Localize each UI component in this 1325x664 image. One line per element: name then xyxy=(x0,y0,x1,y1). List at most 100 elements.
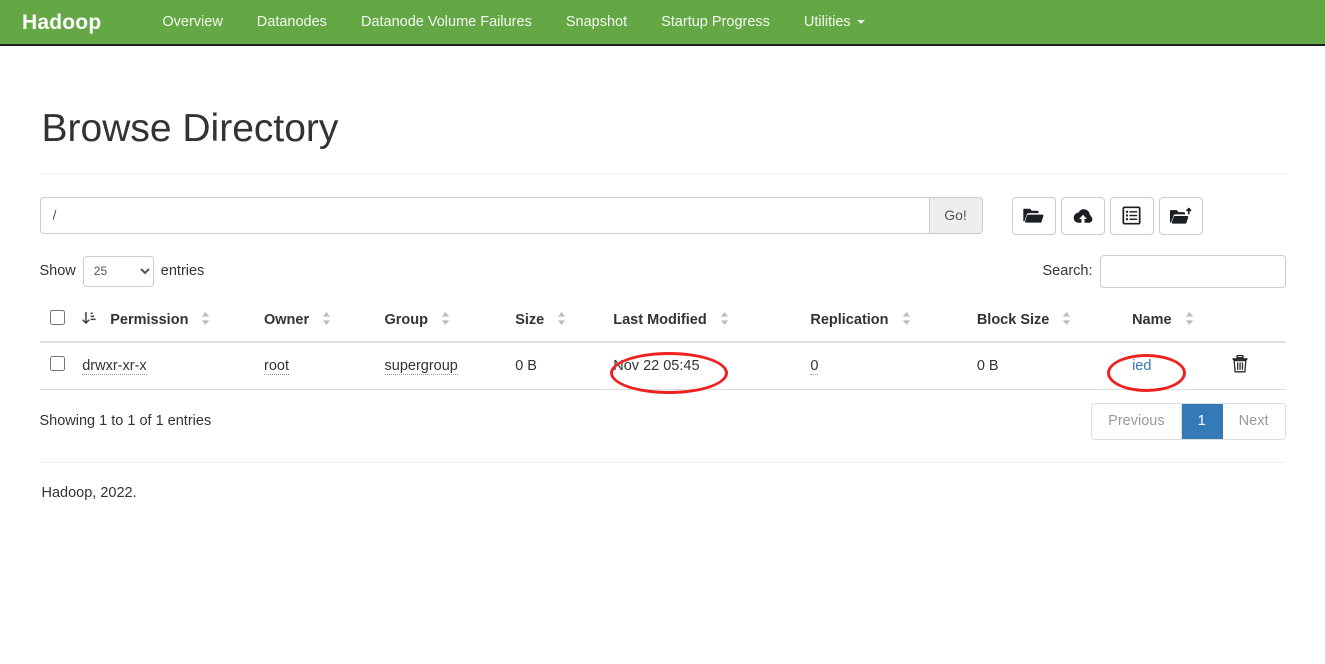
sort-both-icon-replication xyxy=(902,311,911,329)
page-title: Browse Directory xyxy=(41,107,339,150)
header-replication-label: Replication xyxy=(810,311,889,328)
header-owner-label: Owner xyxy=(264,311,310,328)
browse-file-button[interactable] xyxy=(1109,196,1154,235)
pagination: Previous 1 Next xyxy=(1091,402,1286,440)
search-input[interactable] xyxy=(1099,254,1286,288)
header-name-label: Name xyxy=(1132,311,1172,328)
create-directory-button[interactable] xyxy=(1011,196,1056,235)
name-link-ied[interactable]: ied xyxy=(1132,358,1151,374)
list-file-icon xyxy=(1122,206,1141,225)
search-control: Search: xyxy=(1042,254,1286,288)
page-length-select[interactable]: 25 50 100 xyxy=(82,255,154,287)
permission-value[interactable]: drwxr-xr-x xyxy=(82,357,147,375)
sort-both-icon-last-modified xyxy=(720,311,729,329)
nav-link-overview[interactable]: Overview xyxy=(145,15,239,30)
header-permission[interactable]: Permission xyxy=(74,304,256,343)
entries-info: Showing 1 to 1 of 1 entries xyxy=(39,413,212,430)
upload-files-button[interactable] xyxy=(1060,196,1105,235)
nav-link-overview-label: Overview xyxy=(162,13,223,30)
header-last-modified-label: Last Modified xyxy=(613,311,707,328)
directory-tool-buttons xyxy=(1011,196,1208,235)
sort-both-icon-group xyxy=(441,311,450,329)
chevron-down-icon xyxy=(856,19,865,24)
directory-table-body: drwxr-xr-x root supergroup 0 B Nov 22 05… xyxy=(39,341,1286,390)
go-button[interactable]: Go! xyxy=(928,196,983,234)
sort-both-icon-size xyxy=(557,311,566,329)
header-actions xyxy=(1224,304,1286,343)
cell-actions xyxy=(1224,341,1286,390)
nav-link-datanode-volume-failures-label: Datanode Volume Failures xyxy=(360,13,532,30)
header-select-all[interactable] xyxy=(39,304,75,343)
header-block-size[interactable]: Block Size xyxy=(968,304,1125,343)
header-name[interactable]: Name xyxy=(1124,304,1225,343)
header-owner[interactable]: Owner xyxy=(256,304,377,343)
trash-icon xyxy=(1232,354,1248,376)
pagination-previous[interactable]: Previous xyxy=(1092,403,1182,439)
directory-table: Permission Owner Group Size Last Modifie… xyxy=(39,304,1286,390)
folder-open-icon xyxy=(1023,207,1044,224)
nav-link-startup-progress[interactable]: Startup Progress xyxy=(644,15,787,30)
cell-name: ied xyxy=(1124,341,1225,390)
header-block-size-label: Block Size xyxy=(976,311,1050,328)
page-footer: Hadoop, 2022. xyxy=(41,484,137,501)
sort-both-icon-name xyxy=(1185,311,1194,329)
nav-link-snapshot-label: Snapshot xyxy=(565,13,628,30)
show-label: Show xyxy=(39,263,76,280)
replication-value[interactable]: 0 xyxy=(810,357,819,375)
delete-row-button[interactable] xyxy=(1232,354,1248,376)
sort-both-icon-owner xyxy=(322,311,331,329)
main-container: Browse Directory Go! xyxy=(18,107,1308,501)
nav-link-datanodes-label: Datanodes xyxy=(256,13,327,30)
table-row[interactable]: drwxr-xr-x root supergroup 0 B Nov 22 05… xyxy=(39,341,1286,390)
cell-permission: drwxr-xr-x xyxy=(74,341,256,390)
nav-link-utilities[interactable]: Utilities xyxy=(787,15,882,30)
select-all-checkbox[interactable] xyxy=(49,309,65,325)
nav-links: Overview Datanodes Datanode Volume Failu… xyxy=(145,15,881,30)
block-size-value: 0 B xyxy=(976,357,999,374)
page-length-control: Show 25 50 100 entries xyxy=(39,255,205,287)
cloud-upload-icon xyxy=(1072,207,1094,225)
entries-label: entries xyxy=(160,263,205,280)
pagination-page-1[interactable]: 1 xyxy=(1181,403,1223,439)
owner-value[interactable]: root xyxy=(264,357,289,375)
nav-link-datanodes[interactable]: Datanodes xyxy=(240,15,344,30)
group-value[interactable]: supergroup xyxy=(384,357,458,375)
nav-link-startup-progress-label: Startup Progress xyxy=(661,13,770,30)
directory-table-head: Permission Owner Group Size Last Modifie… xyxy=(39,304,1286,343)
search-label: Search: xyxy=(1042,263,1093,280)
cell-group: supergroup xyxy=(376,341,508,390)
cell-size: 0 B xyxy=(507,341,606,390)
header-permission-label: Permission xyxy=(110,311,189,328)
top-navbar: Hadoop Overview Datanodes Datanode Volum… xyxy=(0,0,1325,46)
brand-hadoop[interactable]: Hadoop xyxy=(22,12,101,33)
header-last-modified[interactable]: Last Modified xyxy=(605,304,803,343)
row-select-cell[interactable] xyxy=(39,341,75,390)
cell-block-size: 0 B xyxy=(968,341,1125,390)
sort-amount-desc-icon xyxy=(82,311,96,329)
header-replication[interactable]: Replication xyxy=(802,304,969,343)
cell-replication: 0 xyxy=(802,341,969,390)
nav-link-datanode-volume-failures[interactable]: Datanode Volume Failures xyxy=(344,15,549,30)
table-controls: Show 25 50 100 entries Search: xyxy=(39,254,1286,288)
row-checkbox[interactable] xyxy=(49,356,65,372)
divider-top xyxy=(39,172,1286,174)
path-input[interactable] xyxy=(39,196,929,234)
nav-link-snapshot[interactable]: Snapshot xyxy=(549,15,644,30)
size-value: 0 B xyxy=(515,357,537,374)
pagination-next[interactable]: Next xyxy=(1222,403,1285,439)
cell-owner: root xyxy=(256,341,377,390)
header-group-label: Group xyxy=(384,311,429,328)
cell-last-modified: Nov 22 05:45 xyxy=(605,341,803,390)
last-modified-value: Nov 22 05:45 xyxy=(613,357,700,374)
table-header-row: Permission Owner Group Size Last Modifie… xyxy=(39,304,1286,343)
table-footer: Showing 1 to 1 of 1 entries Previous 1 N… xyxy=(39,402,1286,440)
header-size[interactable]: Size xyxy=(507,304,606,343)
nav-link-utilities-label: Utilities xyxy=(803,13,851,30)
path-input-group: Go! xyxy=(39,196,983,234)
sort-both-icon-block-size xyxy=(1062,311,1071,329)
path-toolbar-row: Go! xyxy=(39,196,1286,235)
header-group[interactable]: Group xyxy=(376,304,508,343)
sort-both-icon-permission xyxy=(201,311,210,329)
folder-cut-icon xyxy=(1169,207,1192,225)
cut-paste-button[interactable] xyxy=(1158,196,1203,235)
